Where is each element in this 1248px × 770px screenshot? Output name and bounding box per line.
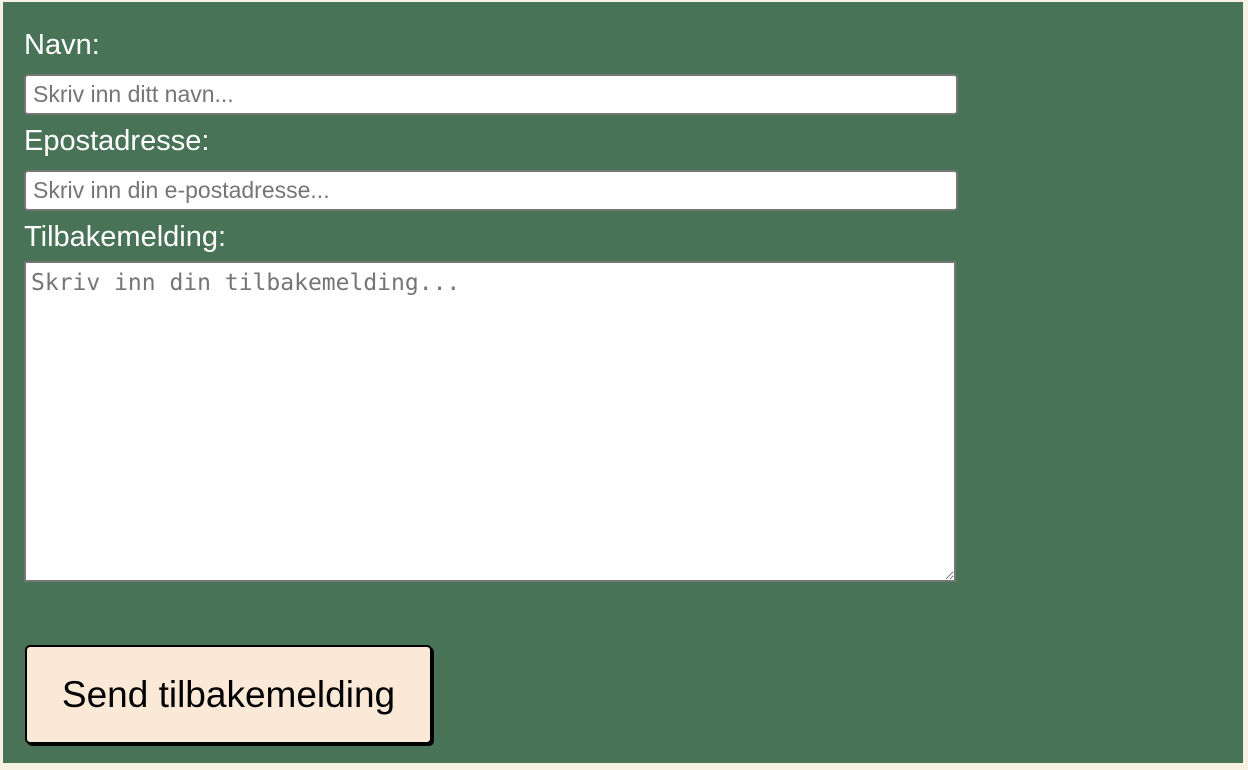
email-label: Epostadresse: <box>24 125 210 157</box>
email-input[interactable] <box>24 170 958 211</box>
feedback-label: Tilbakemelding: <box>24 221 227 253</box>
name-input[interactable] <box>24 74 958 115</box>
name-label: Navn: <box>24 29 100 61</box>
send-feedback-button[interactable]: Send tilbakemelding <box>25 645 432 744</box>
feedback-form: Navn: Epostadresse: Tilbakemelding: Send… <box>3 2 1243 763</box>
feedback-textarea[interactable] <box>24 261 956 582</box>
